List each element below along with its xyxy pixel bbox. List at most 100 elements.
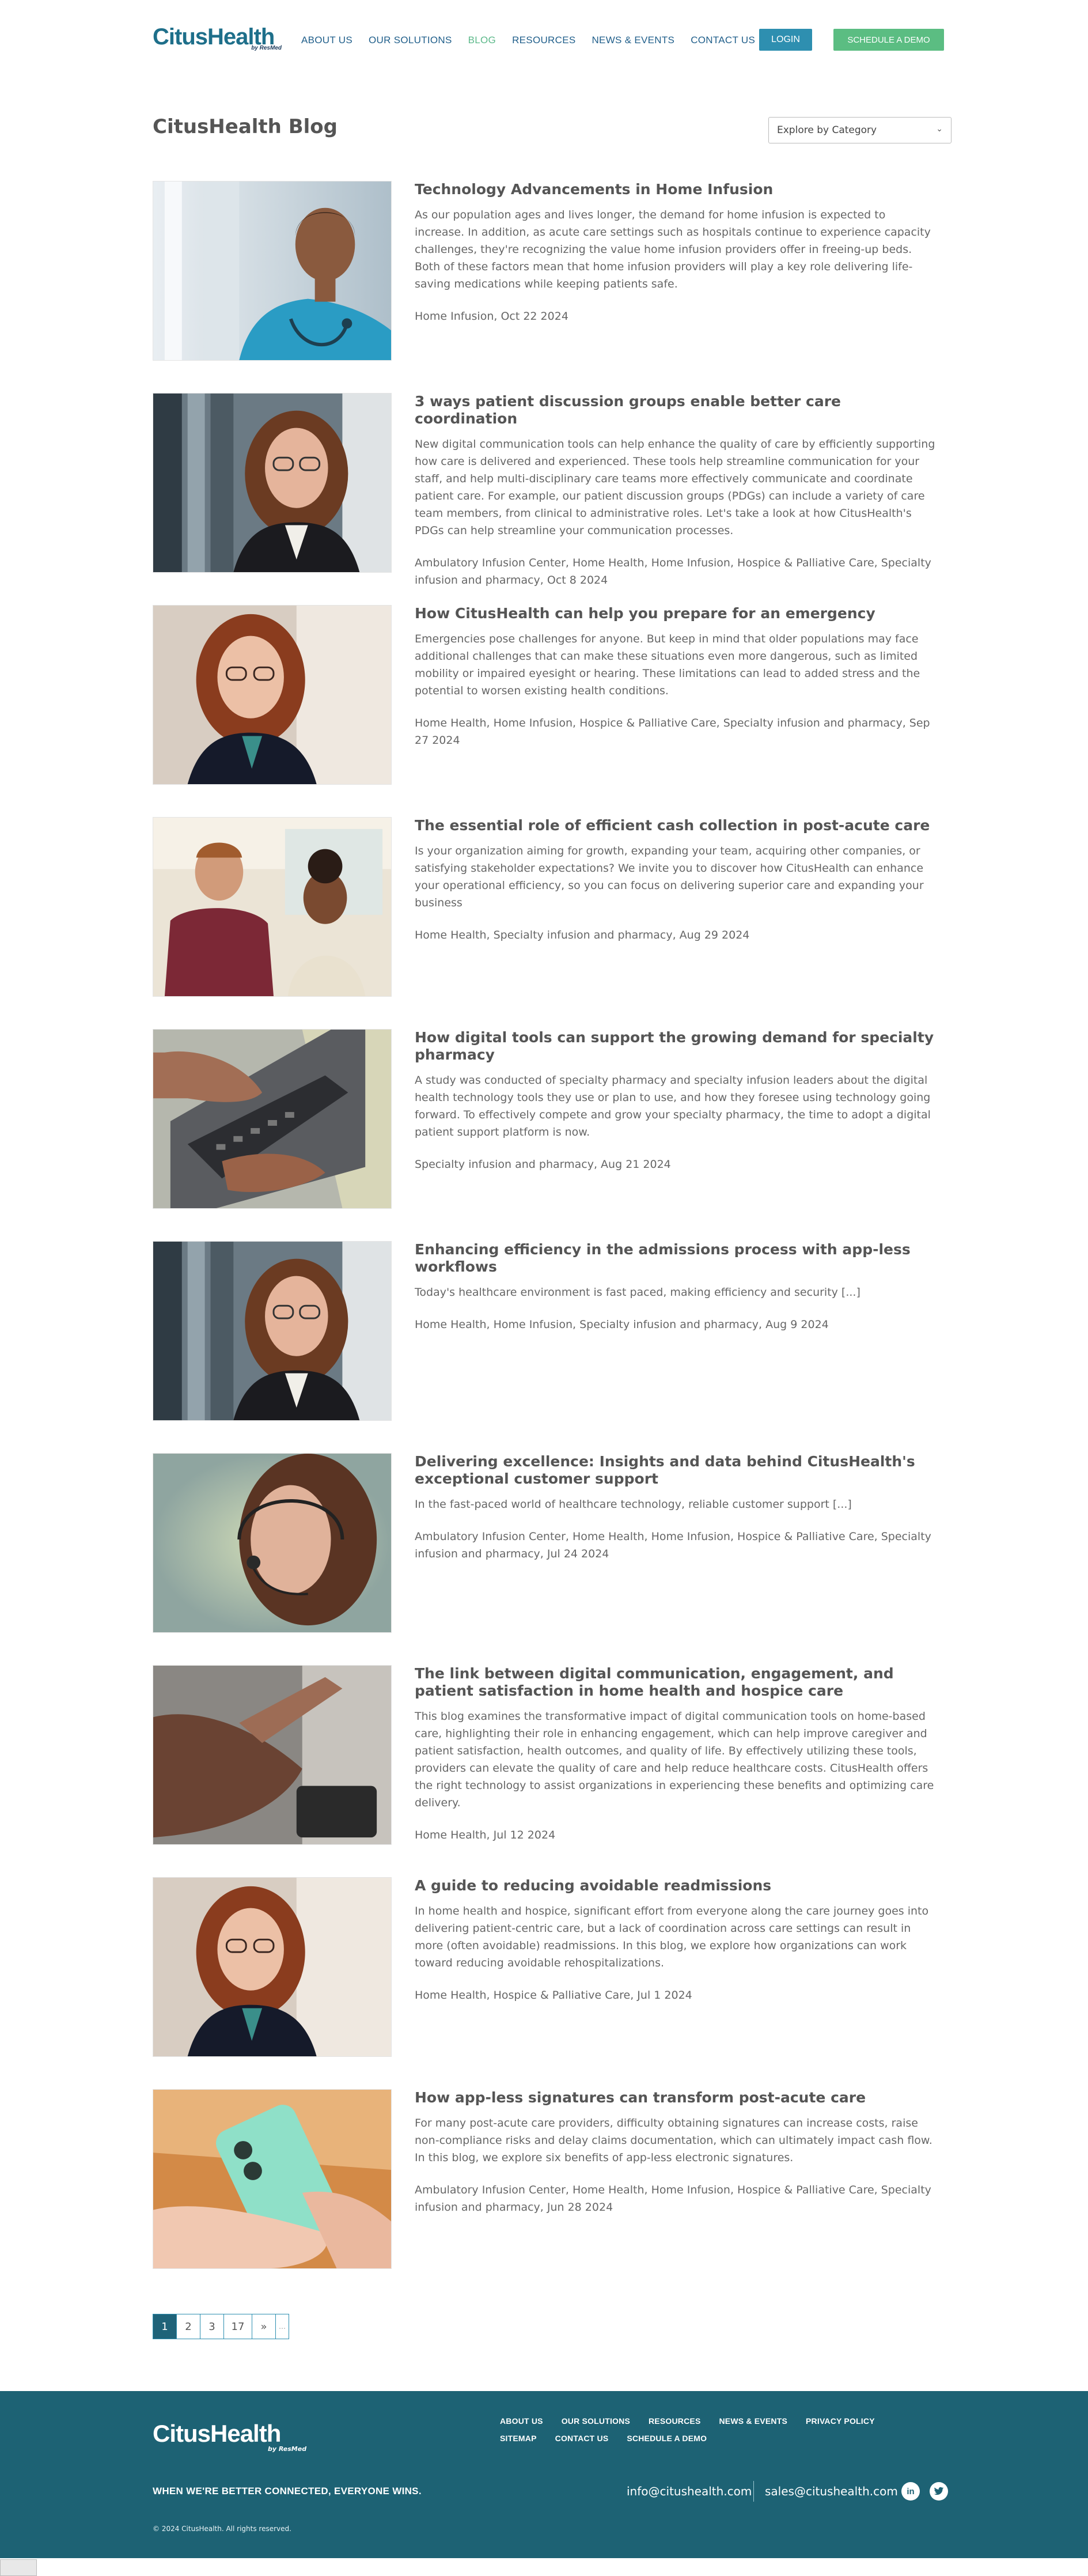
blog-post-card: A guide to reducing avoidable readmissio… — [153, 1877, 936, 2057]
blog-post-card: Technology Advancements in Home Infusion… — [153, 181, 936, 361]
post-excerpt: New digital communication tools can help… — [415, 438, 935, 537]
post-meta: Ambulatory Infusion Center, Home Health,… — [415, 1530, 931, 1560]
post-body: The essential role of efficient cash col… — [415, 817, 936, 944]
nav-news-events[interactable]: NEWS & EVENTS — [592, 35, 674, 46]
blog-post-card: 3 ways patient discussion groups enable … — [153, 393, 936, 587]
post-body: Technology Advancements in Home Infusion… — [415, 181, 936, 325]
footer-logo[interactable]: CitusHealth by ResMed — [153, 2420, 311, 2460]
blog-post-card: The essential role of efficient cash col… — [153, 817, 936, 997]
post-thumbnail[interactable] — [153, 181, 392, 361]
nav-our-solutions[interactable]: OUR SOLUTIONS — [369, 35, 452, 46]
blog-post-card: How CitusHealth can help you prepare for… — [153, 605, 936, 785]
page-link-1[interactable]: 1 — [153, 2314, 177, 2339]
post-title-link[interactable]: 3 ways patient discussion groups enable … — [415, 393, 936, 428]
post-meta: Specialty infusion and pharmacy, Aug 21 … — [415, 1158, 671, 1171]
post-excerpt: As our population ages and lives longer,… — [415, 209, 931, 290]
citushealth-logo[interactable]: CitusHealth by ResMed — [153, 24, 285, 54]
post-meta: Ambulatory Infusion Center, Home Health,… — [415, 2184, 931, 2214]
footer-nav-schedule-demo[interactable]: SCHEDULE A DEMO — [627, 2434, 707, 2443]
post-title-link[interactable]: Enhancing efficiency in the admissions p… — [415, 1241, 936, 1276]
blog-post-card: Delivering excellence: Insights and data… — [153, 1453, 936, 1633]
footer-nav-sitemap[interactable]: SITEMAP — [500, 2434, 537, 2443]
post-meta: Home Infusion, Oct 22 2024 — [415, 310, 568, 323]
chevron-down-icon: ⌄ — [936, 124, 943, 134]
page-title: CitusHealth Blog — [153, 115, 338, 138]
nav-blog[interactable]: BLOG — [468, 35, 496, 46]
post-excerpt: Is your organization aiming for growth, … — [415, 845, 924, 909]
next-page-link[interactable]: » — [252, 2314, 276, 2339]
page-link-17[interactable]: 17 — [223, 2314, 252, 2339]
post-body: A guide to reducing avoidable readmissio… — [415, 1877, 936, 2004]
pagination-ellipsis: … — [275, 2314, 289, 2339]
post-title-link[interactable]: How CitusHealth can help you prepare for… — [415, 605, 936, 622]
pagination: 1 2 3 17 » … — [153, 2314, 289, 2339]
post-title-link[interactable]: The essential role of efficient cash col… — [415, 817, 936, 834]
post-title-link[interactable]: How digital tools can support the growin… — [415, 1029, 936, 1064]
footer-divider — [753, 2481, 754, 2502]
schedule-demo-button[interactable]: SCHEDULE A DEMO — [833, 29, 944, 51]
post-meta: Home Health, Specialty infusion and phar… — [415, 929, 750, 941]
blog-post-card: Enhancing efficiency in the admissions p… — [153, 1241, 936, 1421]
post-body: How digital tools can support the growin… — [415, 1029, 936, 1173]
post-meta: Home Health, Home Infusion, Specialty in… — [415, 1318, 829, 1331]
login-button[interactable]: LOGIN — [759, 29, 812, 51]
footer-nav-privacy-policy[interactable]: PRIVACY POLICY — [806, 2416, 875, 2426]
footer-nav: ABOUT US OUR SOLUTIONS RESOURCES NEWS & … — [500, 2416, 915, 2443]
page-link-3[interactable]: 3 — [200, 2314, 224, 2339]
twitter-icon[interactable] — [930, 2482, 948, 2501]
footer-nav-news-events[interactable]: NEWS & EVENTS — [719, 2416, 787, 2426]
blog-post-card: How app-less signatures can transform po… — [153, 2089, 936, 2269]
footer-nav-about-us[interactable]: ABOUT US — [500, 2416, 543, 2426]
post-excerpt: Today's healthcare environment is fast p… — [415, 1286, 860, 1299]
blog-post-card: The link between digital communication, … — [153, 1665, 936, 1845]
post-excerpt: A study was conducted of specialty pharm… — [415, 1074, 931, 1138]
post-body: How CitusHealth can help you prepare for… — [415, 605, 936, 749]
post-thumbnail[interactable] — [153, 1029, 392, 1209]
category-select[interactable]: Explore by Category ⌄ — [768, 117, 951, 143]
post-title-link[interactable]: The link between digital communication, … — [415, 1665, 936, 1700]
post-thumbnail[interactable] — [153, 393, 392, 573]
blog-post-card: How digital tools can support the growin… — [153, 1029, 936, 1209]
nav-resources[interactable]: RESOURCES — [512, 35, 575, 46]
nav-contact-us[interactable]: CONTACT US — [691, 35, 755, 46]
post-meta: Home Health, Home Infusion, Hospice & Pa… — [415, 717, 930, 747]
footer-nav-contact-us[interactable]: CONTACT US — [555, 2434, 609, 2443]
site-footer: CitusHealth by ResMed ABOUT US OUR SOLUT… — [0, 2391, 1088, 2558]
post-thumbnail[interactable] — [153, 1665, 392, 1845]
nav-about-us[interactable]: ABOUT US — [301, 35, 352, 46]
post-thumbnail[interactable] — [153, 817, 392, 997]
post-excerpt: In home health and hospice, significant … — [415, 1905, 929, 1969]
linkedin-icon[interactable]: in — [901, 2482, 920, 2501]
post-meta: Ambulatory Infusion Center, Home Health,… — [415, 557, 931, 587]
main-nav: ABOUT US OUR SOLUTIONS BLOG RESOURCES NE… — [301, 35, 771, 46]
post-excerpt: For many post-acute care providers, diff… — [415, 2117, 932, 2164]
post-excerpt: This blog examines the transformative im… — [415, 1710, 934, 1809]
post-thumbnail[interactable] — [153, 1877, 392, 2057]
post-thumbnail[interactable] — [153, 1241, 392, 1421]
bottom-corner-widget[interactable] — [0, 2559, 37, 2576]
post-title-link[interactable]: A guide to reducing avoidable readmissio… — [415, 1877, 936, 1894]
post-excerpt: In the fast-paced world of healthcare te… — [415, 1498, 852, 1511]
footer-logo-byline: by ResMed — [268, 2445, 307, 2453]
post-meta: Home Health, Hospice & Palliative Care, … — [415, 1989, 692, 2002]
sales-email-link[interactable]: sales@citushealth.com — [765, 2484, 898, 2498]
info-email-link[interactable]: info@citushealth.com — [627, 2484, 752, 2498]
post-body: Enhancing efficiency in the admissions p… — [415, 1241, 936, 1333]
footer-nav-resources[interactable]: RESOURCES — [649, 2416, 700, 2426]
footer-nav-our-solutions[interactable]: OUR SOLUTIONS — [562, 2416, 630, 2426]
site-header: CitusHealth by ResMed ABOUT US OUR SOLUT… — [0, 0, 1088, 81]
post-title-link[interactable]: How app-less signatures can transform po… — [415, 2089, 936, 2106]
post-thumbnail[interactable] — [153, 2089, 392, 2269]
post-thumbnail[interactable] — [153, 1453, 392, 1633]
post-title-link[interactable]: Technology Advancements in Home Infusion — [415, 181, 936, 198]
footer-tagline: WHEN WE'RE BETTER CONNECTED, EVERYONE WI… — [153, 2486, 422, 2496]
post-title-link[interactable]: Delivering excellence: Insights and data… — [415, 1453, 936, 1488]
page-link-2[interactable]: 2 — [176, 2314, 200, 2339]
post-body: The link between digital communication, … — [415, 1665, 936, 1844]
post-body: Delivering excellence: Insights and data… — [415, 1453, 936, 1563]
post-body: How app-less signatures can transform po… — [415, 2089, 936, 2216]
post-thumbnail[interactable] — [153, 605, 392, 785]
post-body: 3 ways patient discussion groups enable … — [415, 393, 936, 589]
logo-byline: by ResMed — [251, 45, 282, 51]
footer-logo-text: CitusHealth — [153, 2420, 281, 2447]
